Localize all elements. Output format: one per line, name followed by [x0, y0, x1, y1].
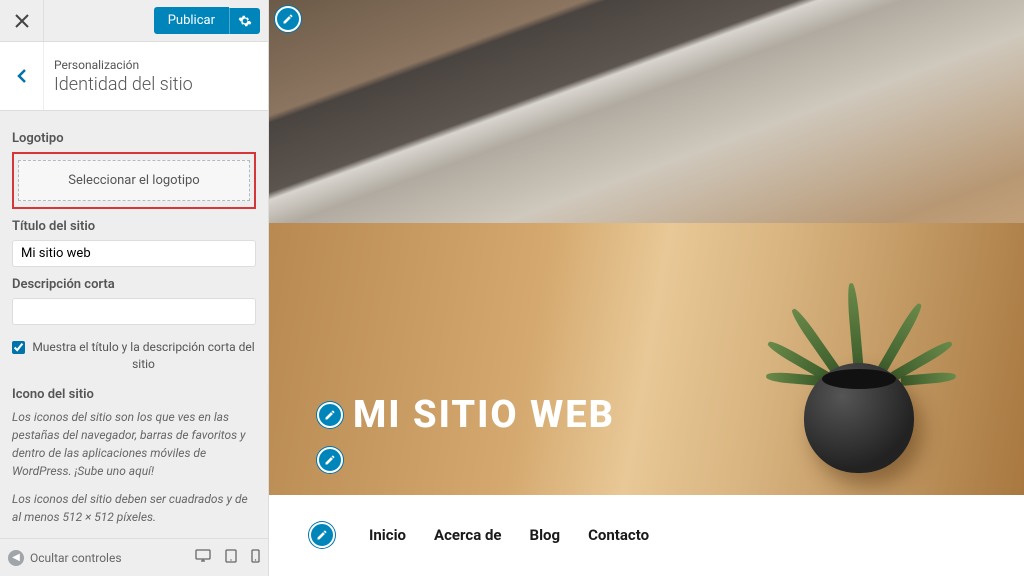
display-title-checkbox-row: Muestra el título y la descripción corta…: [12, 339, 256, 373]
site-title-row: MI SITIO WEB: [317, 393, 615, 437]
device-tablet-button[interactable]: [225, 548, 237, 567]
pencil-icon: [316, 529, 328, 541]
collapse-controls-button[interactable]: ◀ Ocultar controles: [8, 550, 195, 566]
logo-highlight: Seleccionar el logotipo: [12, 152, 256, 209]
preview-site-title: MI SITIO WEB: [353, 393, 615, 437]
edit-title-button[interactable]: [317, 402, 343, 428]
collapse-label: Ocultar controles: [30, 551, 122, 565]
device-preview-group: [195, 548, 260, 567]
customizer-sidebar: Publicar Personalización Identidad del s…: [0, 0, 269, 576]
nav-item-acerca[interactable]: Acerca de: [434, 526, 501, 544]
device-desktop-button[interactable]: [195, 548, 211, 567]
pencil-icon: [324, 409, 336, 421]
desktop-icon: [195, 549, 211, 563]
header-text: Personalización Identidad del sitio: [44, 46, 268, 107]
pencil-icon: [324, 454, 336, 466]
customizer-topbar: Publicar: [0, 0, 268, 42]
site-title-label: Título del sitio: [12, 219, 256, 234]
display-title-checkbox[interactable]: [12, 341, 25, 354]
tagline-input[interactable]: [12, 298, 256, 325]
edit-tagline-button[interactable]: [317, 447, 343, 473]
publish-group: Publicar: [154, 7, 260, 34]
hero-plant: [774, 313, 944, 473]
nav-item-blog[interactable]: Blog: [530, 526, 561, 544]
hero-image: MI SITIO WEB: [269, 0, 1024, 495]
controls-panel: Logotipo Seleccionar el logotipo Título …: [0, 111, 268, 538]
select-logo-button[interactable]: Seleccionar el logotipo: [18, 160, 250, 201]
breadcrumb: Personalización: [54, 58, 258, 72]
preview-navbar: Inicio Acerca de Blog Contacto: [269, 495, 1024, 575]
nav-item-contacto[interactable]: Contacto: [588, 526, 649, 544]
gear-icon: [238, 14, 252, 28]
site-icon-desc-2: Los iconos del sitio deben ser cuadrados…: [12, 490, 256, 526]
device-mobile-button[interactable]: [251, 548, 260, 567]
section-title: Identidad del sitio: [54, 74, 258, 95]
chevron-left-icon: [17, 68, 27, 84]
close-icon: [15, 14, 29, 28]
display-title-label: Muestra el título y la descripción corta…: [31, 339, 256, 373]
site-icon-desc-1: Los iconos del sitio son los que ves en …: [12, 408, 256, 480]
edit-nav-button[interactable]: [309, 522, 335, 548]
site-icon-label: Icono del sitio: [12, 387, 256, 402]
mobile-icon: [251, 549, 260, 563]
publish-settings-button[interactable]: [229, 8, 260, 34]
section-header: Personalización Identidad del sitio: [0, 42, 268, 111]
nav-item-inicio[interactable]: Inicio: [369, 526, 406, 544]
publish-button[interactable]: Publicar: [154, 7, 229, 34]
pencil-icon: [282, 13, 294, 25]
close-button[interactable]: [0, 0, 44, 41]
site-preview: MI SITIO WEB Inicio Acerca de Blog Conta…: [269, 0, 1024, 576]
tablet-icon: [225, 549, 237, 563]
back-button[interactable]: [0, 42, 44, 110]
site-title-input[interactable]: [12, 240, 256, 267]
logo-label: Logotipo: [12, 131, 256, 146]
tagline-label: Descripción corta: [12, 277, 256, 292]
sidebar-footer: ◀ Ocultar controles: [0, 538, 268, 576]
edit-header-button[interactable]: [275, 6, 301, 32]
collapse-icon: ◀: [8, 550, 24, 566]
